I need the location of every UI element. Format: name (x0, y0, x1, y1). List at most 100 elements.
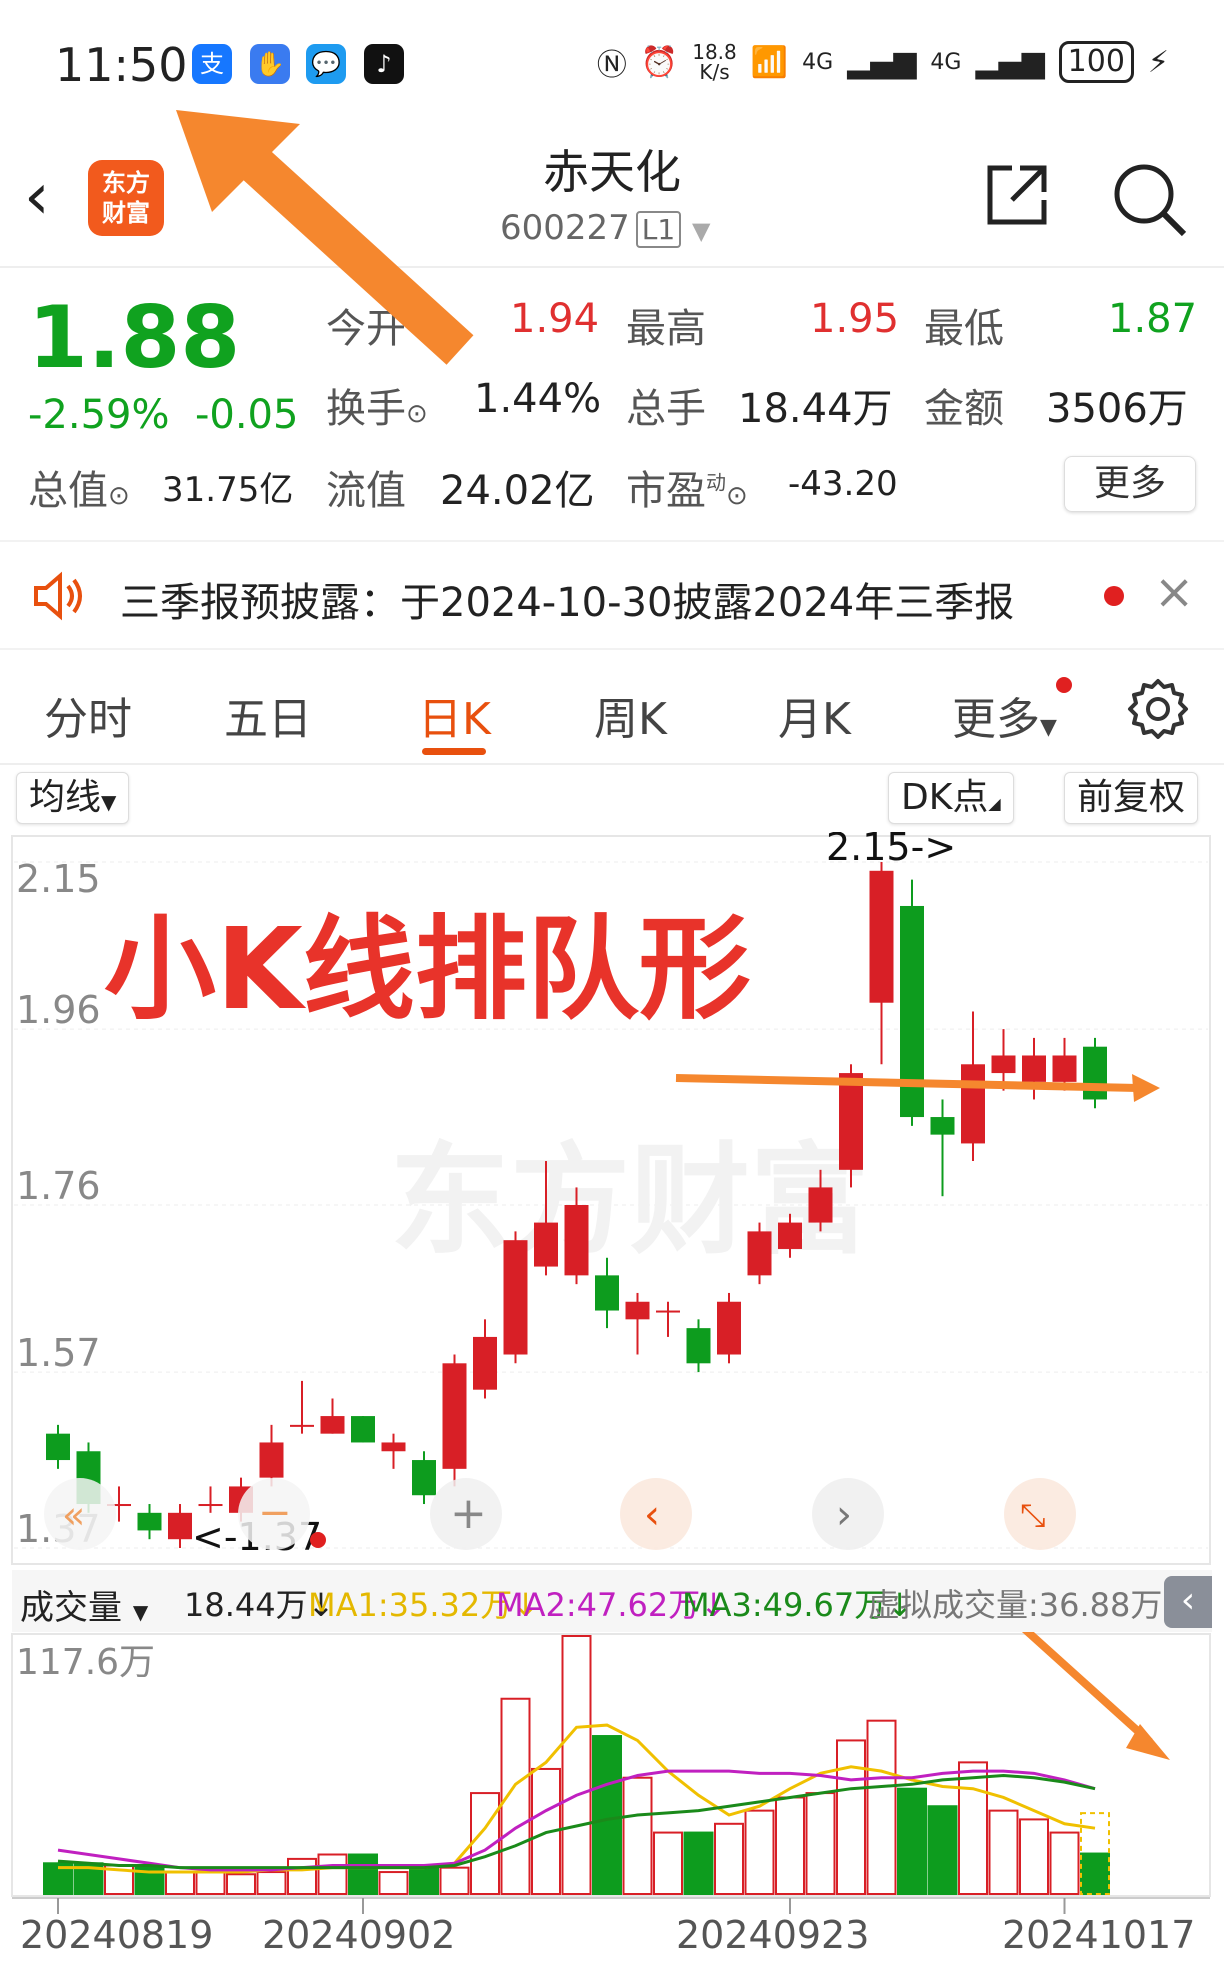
candle-body (717, 1301, 741, 1355)
volume-bar (592, 1735, 622, 1895)
min-marker-dot (310, 1532, 326, 1548)
dk-point-button[interactable]: DK点◢ (888, 772, 1014, 824)
alarm-icon: ⏰ (640, 44, 679, 80)
change-percent: -2.59% (28, 392, 170, 438)
turnover-label: 换手⊙ (326, 376, 428, 434)
open-label: 今开 (326, 306, 406, 352)
corner-triangle-icon: ◢ (988, 794, 1001, 813)
annotation-title: 小K线排队形 (104, 905, 751, 1035)
search-icon[interactable] (1110, 160, 1190, 244)
candle-body (961, 1064, 985, 1144)
candle-body (686, 1328, 711, 1364)
candle-body (442, 1363, 467, 1469)
tab-more-label: 更多 (952, 694, 1040, 745)
volume-bar (317, 1853, 348, 1896)
date-tick-label: 20241017 (1002, 1913, 1195, 1957)
candle-body (991, 1055, 1016, 1074)
volume-bar (988, 1809, 1019, 1896)
chevron-right-icon: › (836, 1492, 852, 1538)
tab-monthly-k[interactable]: 月K (778, 683, 851, 747)
amount-label: 金额 (924, 386, 1004, 432)
unread-dot (1056, 677, 1072, 693)
speaker-icon (30, 568, 86, 628)
open-value: 1.94 (510, 296, 600, 342)
volume-bar (897, 1787, 927, 1895)
volume-bar (683, 1831, 714, 1895)
price-change: -2.59% -0.05 (28, 392, 298, 438)
net-speed-unit: K/s (699, 60, 730, 84)
more-quote-button[interactable]: 更多 (1064, 456, 1196, 512)
candle-body (381, 1442, 406, 1452)
volume-bar (378, 1871, 409, 1895)
virtual-volume: 虚拟成交量:36.88万 (868, 1586, 1163, 1624)
candle-body (320, 1416, 345, 1434)
watermark: 东方财富 (390, 1132, 870, 1271)
float-value-label: 流值 (326, 468, 406, 514)
active-tab-indicator (422, 748, 486, 755)
info-icon[interactable]: ⊙ (108, 481, 130, 511)
dropdown-triangle-icon: ▼ (132, 1600, 149, 1624)
share-icon[interactable] (982, 160, 1052, 234)
collapse-panel-button[interactable]: ‹ (1164, 1576, 1212, 1628)
volume-bar (1049, 1831, 1080, 1895)
tab-weekly-k[interactable]: 周K (594, 683, 667, 747)
total-value-label: 总值⊙ (28, 458, 130, 516)
status-bar: 11:50 支 ✋ 💬 ♪ Ⓝ ⏰ 18.8 K/s 📶 4G ▂▄▆ 4G ▂… (0, 0, 1224, 120)
ma-selector-label: 均线 (29, 777, 102, 818)
stock-code: 600227 (500, 208, 630, 248)
volume-bar (622, 1776, 653, 1895)
volume-chart[interactable]: 117.6万 20240819 20240902 20240923 20241017 (0, 1632, 1224, 1972)
price-tick-label: 2.15 (16, 857, 101, 901)
change-absolute: -0.05 (194, 392, 299, 438)
candle-body (473, 1336, 497, 1390)
info-icon[interactable]: ⊙ (726, 481, 748, 511)
tab-more[interactable]: 更多▼ (952, 683, 1057, 747)
minus-icon: − (258, 1490, 292, 1536)
date-tick-label: 20240819 (20, 1913, 213, 1957)
unread-dot (1104, 586, 1124, 606)
volume-label: 总手 (626, 386, 706, 432)
volume-bar (226, 1873, 256, 1895)
low-value: 1.87 (1108, 296, 1198, 342)
candle-body (198, 1504, 223, 1507)
candle-body (46, 1433, 70, 1461)
date-tick-label: 20240923 (676, 1913, 869, 1957)
dk-point-label: DK点 (901, 777, 989, 818)
app-notification-icon: ✋ (250, 44, 290, 84)
stock-code-selector[interactable]: 600227 L1 ▼ (500, 208, 711, 248)
settings-gear-icon[interactable] (1126, 677, 1190, 745)
candle-body (1022, 1055, 1046, 1082)
tab-intraday[interactable]: 分时 (44, 683, 132, 747)
notice-bar[interactable]: 三季报预披露：于2024-10-30披露2024年三季报 × (0, 540, 1224, 650)
pe-super: 动 (706, 470, 726, 495)
volume-bar (927, 1805, 958, 1896)
volume-max-label: 117.6万 (16, 1642, 155, 1683)
volume-bar (836, 1739, 866, 1895)
info-icon[interactable]: ⊙ (406, 399, 428, 429)
pe-label: 市盈动⊙ (626, 458, 748, 516)
signal-bars-icon: ▂▄▆ (847, 44, 917, 80)
logo-line2: 财富 (102, 199, 150, 227)
volume-bar (439, 1866, 470, 1895)
nfc-icon: Ⓝ (596, 48, 627, 83)
tab-five-day[interactable]: 五日 (224, 683, 312, 747)
high-value: 1.95 (810, 296, 900, 342)
volume-selector[interactable]: 成交量 ▼ (20, 1580, 148, 1629)
adjust-selector[interactable]: 前复权 (1064, 772, 1199, 824)
close-icon[interactable]: × (1154, 564, 1194, 620)
turnover-label-text: 换手 (326, 386, 406, 432)
ma-selector[interactable]: 均线▼ (16, 772, 130, 824)
plus-icon: + (450, 1488, 487, 1539)
amount-value: 3506万 (1046, 386, 1188, 432)
volume-bar (805, 1792, 836, 1895)
pe-label-text: 市盈 (626, 468, 706, 514)
candle-body (625, 1301, 650, 1320)
candle-body (778, 1222, 802, 1249)
tab-daily-k[interactable]: 日K (418, 683, 491, 747)
volume-bar (165, 1871, 195, 1895)
dropdown-triangle-icon: ▼ (1040, 715, 1057, 740)
candle-body (534, 1222, 558, 1267)
kline-chart[interactable]: 东方财富 2.151.961.761.571.37 2.15-> <-1.37 … (0, 832, 1224, 1567)
volume-bar (958, 1761, 988, 1895)
dropdown-triangle-icon: ▼ (692, 217, 711, 245)
